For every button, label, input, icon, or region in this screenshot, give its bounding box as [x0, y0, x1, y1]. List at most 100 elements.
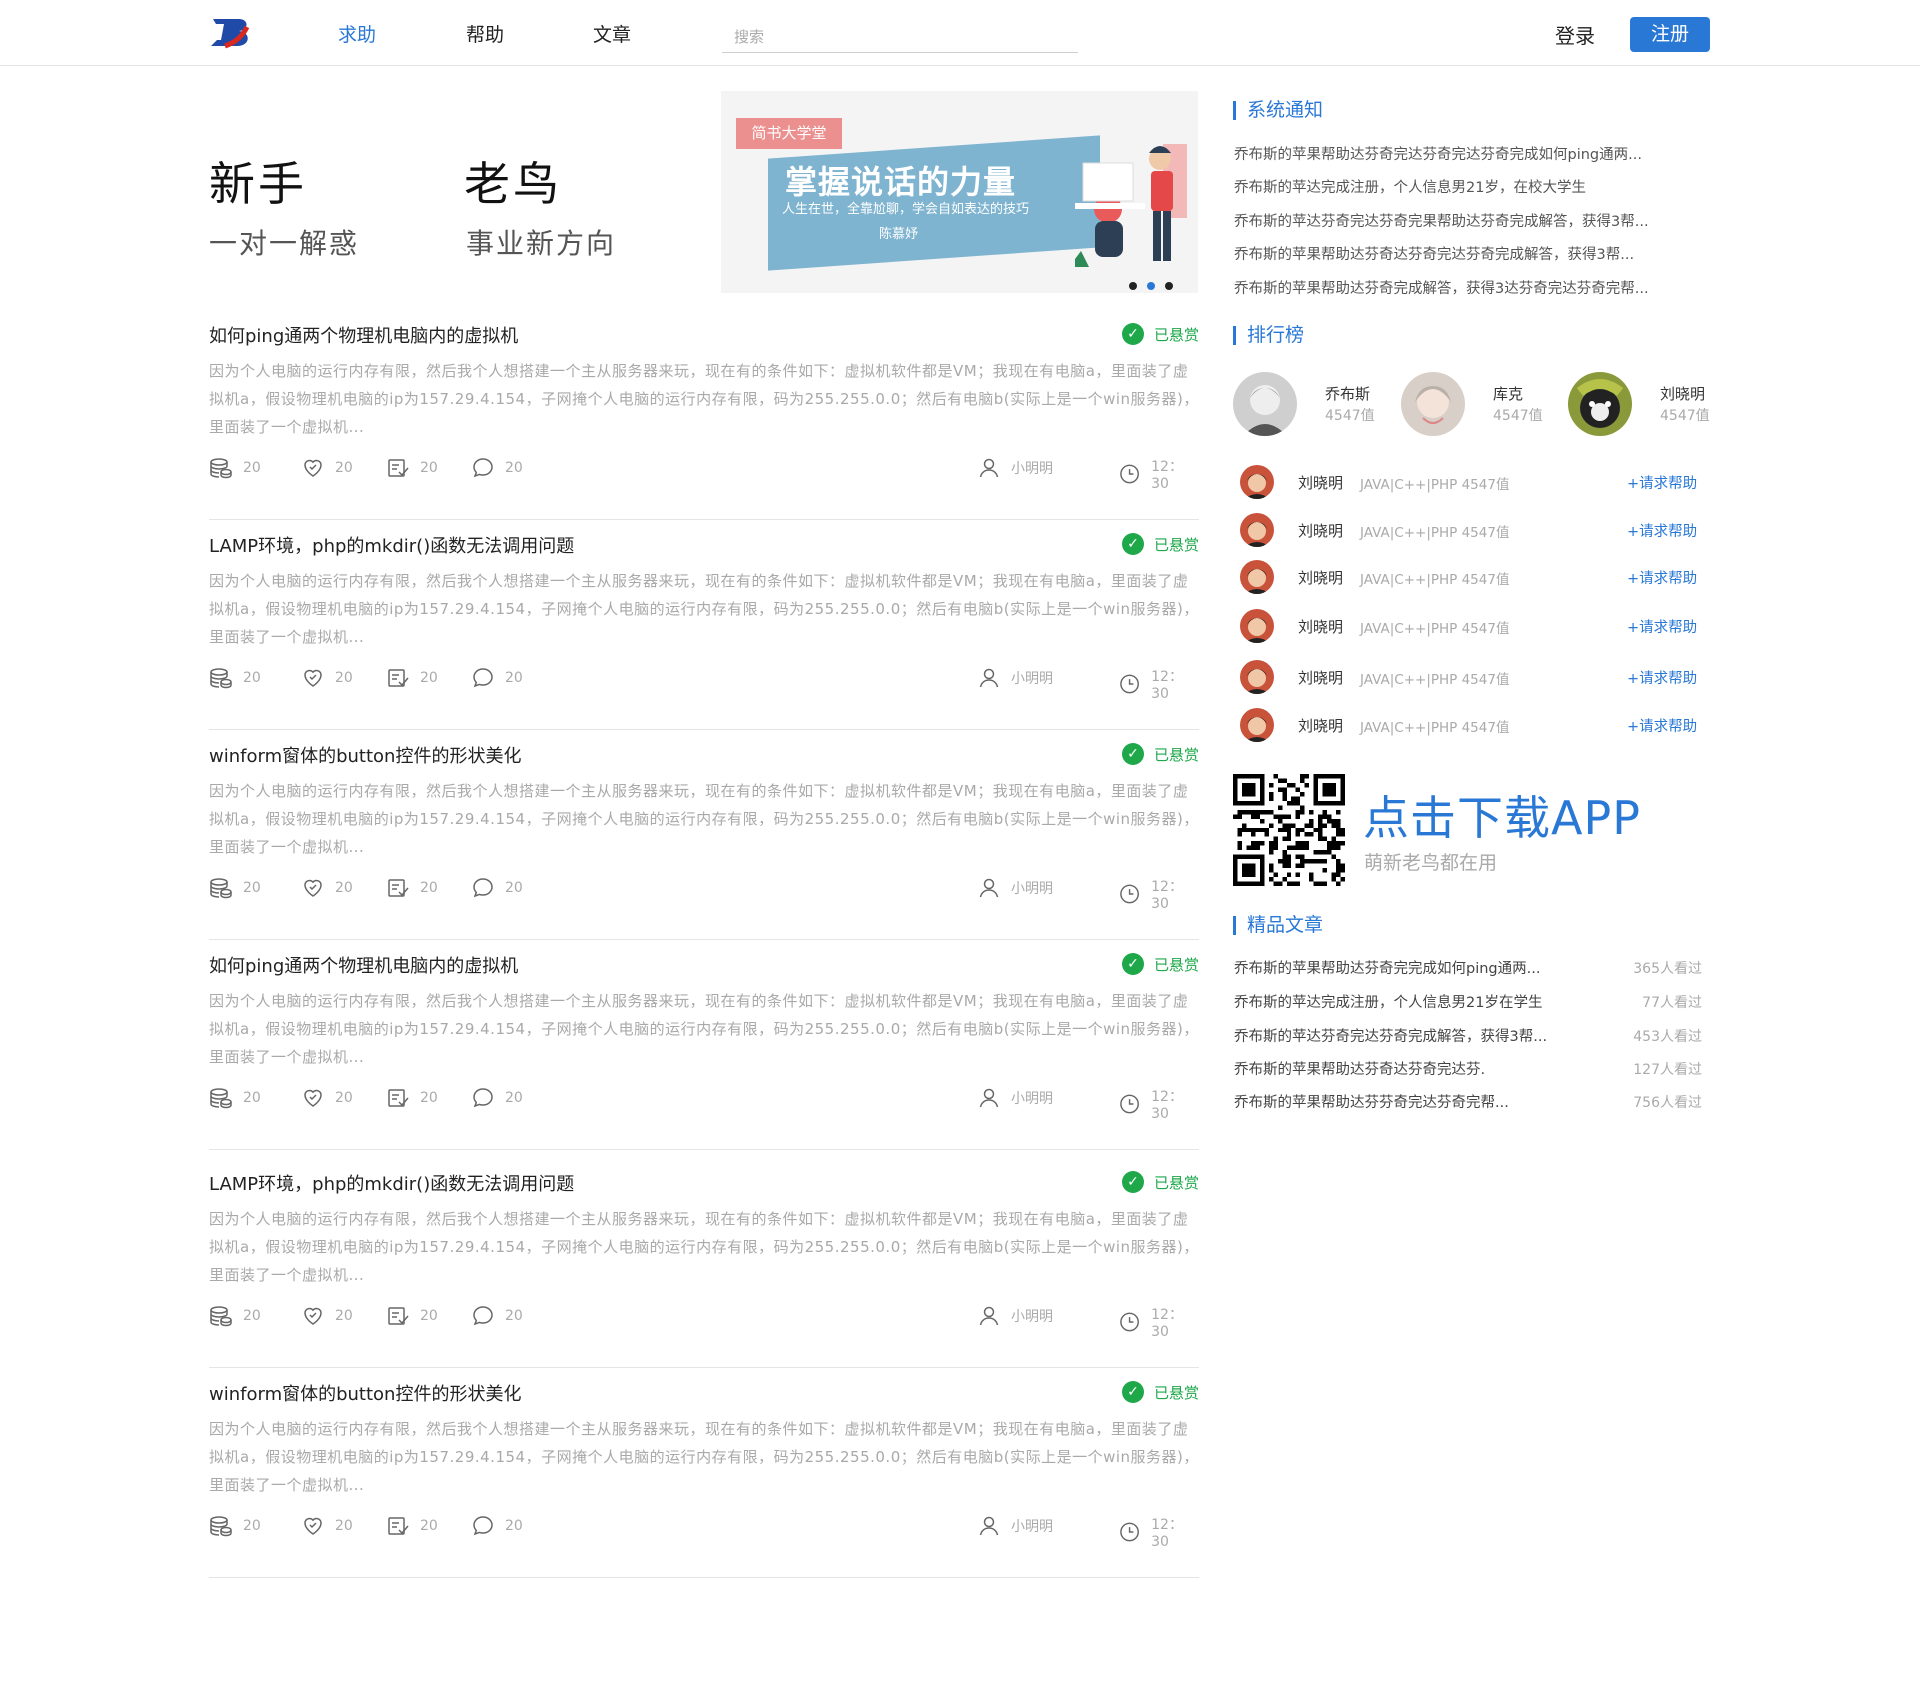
request-help-button[interactable]: +请求帮助 — [1627, 520, 1697, 541]
nav-item-articles[interactable]: 文章 — [593, 20, 631, 47]
banner-dot-2[interactable] — [1147, 282, 1155, 290]
answers-stat[interactable]: 20 — [386, 1304, 438, 1328]
reward-badge-label: 已悬赏 — [1153, 1383, 1199, 1402]
notice-item[interactable]: 乔布斯的苹果帮助达芬奇完达芬奇完达芬奇完成如何ping通两... — [1234, 143, 1642, 164]
check-icon: ✓ — [1121, 953, 1144, 975]
heart-icon — [304, 1517, 322, 1535]
search-box — [722, 24, 1078, 53]
article-views: 453人看过 — [1633, 1029, 1702, 1045]
question-title[interactable]: winform窗体的button控件的形状美化 — [209, 742, 521, 768]
answers-stat[interactable]: 20 — [386, 456, 438, 480]
answers-stat[interactable]: 20 — [386, 876, 438, 900]
question-card[interactable]: 如何ping通两个物理机电脑内的虚拟机 ✓ 已悬赏 因为个人电脑的运行内存有限，… — [209, 310, 1199, 520]
comments-stat[interactable]: 20 — [471, 456, 523, 480]
author-stat[interactable]: 小明明 — [977, 1304, 1053, 1328]
likes-stat[interactable]: 20 — [301, 1304, 353, 1328]
request-help-button[interactable]: +请求帮助 — [1627, 715, 1697, 736]
answers-count: 20 — [420, 880, 438, 896]
comments-stat[interactable]: 20 — [471, 1514, 523, 1538]
nav-item-seek-help[interactable]: 求助 — [338, 20, 376, 47]
question-card[interactable]: 如何ping通两个物理机电脑内的虚拟机 ✓ 已悬赏 因为个人电脑的运行内存有限，… — [209, 940, 1199, 1150]
article-title: 乔布斯的苹达完成注册，个人信息男21岁在学生 — [1234, 995, 1543, 1011]
ranking-name: 刘晓明 — [1298, 717, 1344, 735]
request-help-button[interactable]: +请求帮助 — [1627, 567, 1697, 588]
qr-code-icon[interactable] — [1233, 774, 1345, 886]
notice-item[interactable]: 乔布斯的苹达芬奇完达芬奇完果帮助达芬奇完成解答，获得3帮... — [1234, 210, 1649, 231]
avatar — [1240, 513, 1274, 547]
answers-stat[interactable]: 20 — [386, 666, 438, 690]
time-stat: 12：30 — [1118, 456, 1199, 492]
clock-icon — [1120, 884, 1139, 904]
question-card[interactable]: winform窗体的button控件的形状美化 ✓ 已悬赏 因为个人电脑的运行内… — [209, 1368, 1199, 1578]
question-title[interactable]: LAMP环境，php的mkdir()函数无法调用问题 — [209, 1170, 574, 1196]
question-title[interactable]: 如何ping通两个物理机电脑内的虚拟机 — [209, 952, 518, 978]
article-item[interactable]: 乔布斯的苹果帮助达芬奇完完成如何ping通两... 365人看过 — [1234, 957, 1704, 981]
likes-stat[interactable]: 20 — [301, 1514, 353, 1538]
question-title[interactable]: winform窗体的button控件的形状美化 — [209, 1380, 521, 1406]
banner-subtitle: 人生在世，全靠尬聊，学会自如表达的技巧 — [782, 202, 1030, 217]
nav-item-help[interactable]: 帮助 — [466, 20, 504, 47]
question-meta: 20 20 20 20 小明明 12：30 — [209, 1304, 1199, 1340]
request-help-button[interactable]: +请求帮助 — [1627, 472, 1697, 493]
article-item[interactable]: 乔布斯的苹果帮助达芬奇达芬奇完达芬. 127人看过 — [1234, 1058, 1704, 1082]
heart-icon — [304, 1089, 322, 1107]
likes-stat[interactable]: 20 — [301, 666, 353, 690]
comment-icon — [473, 1516, 493, 1536]
register-button[interactable]: 注册 — [1630, 17, 1710, 52]
question-card[interactable]: LAMP环境，php的mkdir()函数无法调用问题 ✓ 已悬赏 因为个人电脑的… — [209, 520, 1199, 730]
article-views: 77人看过 — [1642, 995, 1702, 1011]
reward-badge: ✓ 已悬赏 — [1121, 322, 1199, 346]
notice-item[interactable]: 乔布斯的苹达完成注册，个人信息男21岁，在校大学生 — [1234, 176, 1586, 197]
clock-icon — [1120, 1522, 1139, 1542]
author-stat[interactable]: 小明明 — [977, 876, 1053, 900]
notice-item[interactable]: 乔布斯的苹果帮助达芬奇完成解答，获得3达芬奇完达芬奇完帮... — [1234, 277, 1649, 298]
banner-illustration — [1075, 144, 1187, 267]
author-stat[interactable]: 小明明 — [977, 456, 1053, 480]
comments-stat[interactable]: 20 — [471, 666, 523, 690]
coins-count: 20 — [243, 1518, 261, 1534]
article-item[interactable]: 乔布斯的苹果帮助达芬芬奇完达芬奇完帮... 756人看过 — [1234, 1091, 1704, 1115]
question-title[interactable]: 如何ping通两个物理机电脑内的虚拟机 — [209, 322, 518, 348]
likes-stat[interactable]: 20 — [301, 876, 353, 900]
login-link[interactable]: 登录 — [1555, 20, 1595, 49]
answers-count: 20 — [420, 670, 438, 686]
author-stat[interactable]: 小明明 — [977, 1514, 1053, 1538]
post-time: 12：30 — [1151, 1517, 1183, 1550]
site-logo[interactable]: B — [209, 13, 253, 51]
question-card[interactable]: winform窗体的button控件的形状美化 ✓ 已悬赏 因为个人电脑的运行内… — [209, 730, 1199, 940]
likes-stat[interactable]: 20 — [301, 1086, 353, 1110]
likes-stat[interactable]: 20 — [301, 456, 353, 480]
avatar — [1240, 465, 1274, 499]
ranking-row: 刘晓明 JAVA|C++|PHP 4547值 +请求帮助 — [1240, 706, 1710, 742]
question-card[interactable]: LAMP环境，php的mkdir()函数无法调用问题 ✓ 已悬赏 因为个人电脑的… — [209, 1158, 1199, 1368]
banner-dot-1[interactable] — [1129, 282, 1137, 290]
request-help-button[interactable]: +请求帮助 — [1627, 667, 1697, 688]
heart-icon — [304, 1307, 322, 1325]
notice-item[interactable]: 乔布斯的苹果帮助达芬奇达芬奇完达芬奇完成解答，获得3帮... — [1234, 243, 1634, 264]
download-app-link[interactable]: 点击下载APP — [1363, 782, 1641, 848]
user-icon — [979, 1516, 999, 1536]
ranking-skills: JAVA|C++|PHP 4547值 — [1360, 621, 1510, 637]
avatar — [1240, 560, 1274, 594]
comments-stat[interactable]: 20 — [471, 1086, 523, 1110]
top-navbar: B 求助 帮助 文章 登录 注册 — [0, 0, 1920, 66]
comments-stat[interactable]: 20 — [471, 876, 523, 900]
promo-banner[interactable]: 简书大学堂 掌握说话的力量 人生在世，全靠尬聊，学会自如表达的技巧 陈慕妤 — [721, 91, 1198, 293]
question-meta: 20 20 20 20 小明明 12：30 — [209, 456, 1199, 492]
article-item[interactable]: 乔布斯的苹达完成注册，个人信息男21岁在学生 77人看过 — [1234, 991, 1704, 1015]
comments-stat[interactable]: 20 — [471, 1304, 523, 1328]
author-stat[interactable]: 小明明 — [977, 1086, 1053, 1110]
request-help-button[interactable]: +请求帮助 — [1627, 616, 1697, 637]
question-title[interactable]: LAMP环境，php的mkdir()函数无法调用问题 — [209, 532, 574, 558]
article-views: 127人看过 — [1633, 1062, 1702, 1078]
banner-dot-3[interactable] — [1165, 282, 1173, 290]
article-item[interactable]: 乔布斯的苹达芬奇完达芬奇完成解答，获得3帮... 453人看过 — [1234, 1025, 1704, 1049]
answers-stat[interactable]: 20 — [386, 1086, 438, 1110]
article-views: 756人看过 — [1633, 1095, 1702, 1111]
search-input[interactable] — [722, 24, 1078, 50]
author-stat[interactable]: 小明明 — [977, 666, 1053, 690]
user-icon — [979, 458, 999, 478]
answers-stat[interactable]: 20 — [386, 1514, 438, 1538]
svg-text:B: B — [217, 38, 218, 40]
check-icon: ✓ — [1121, 1171, 1144, 1193]
